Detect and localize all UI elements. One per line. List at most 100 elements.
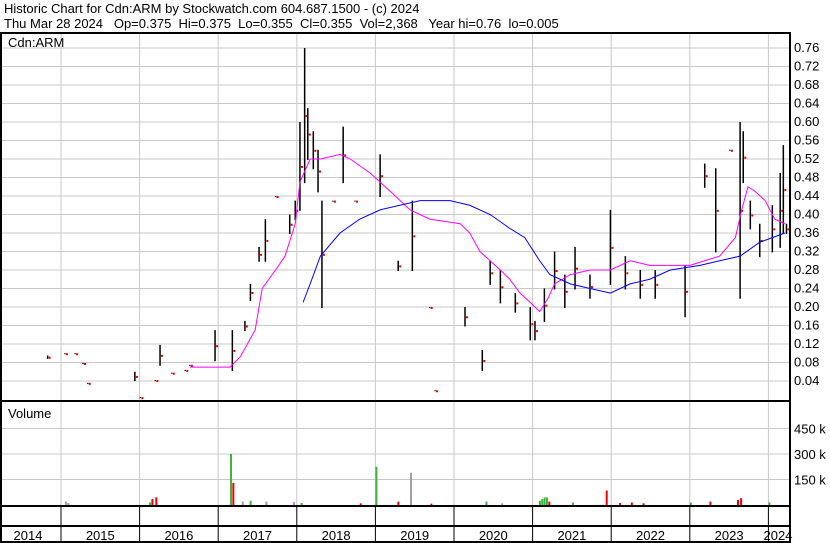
close-marker — [545, 304, 548, 307]
volume-bar — [736, 499, 739, 505]
price-tick-label: 0.76 — [794, 40, 819, 55]
close-marker — [251, 291, 254, 294]
close-marker — [333, 200, 336, 203]
volume-tick-label: 150 k — [794, 473, 826, 488]
close-marker — [501, 286, 504, 289]
price-tick-label: 0.32 — [794, 244, 819, 259]
close-marker — [141, 397, 144, 400]
close-marker — [88, 382, 91, 385]
close-marker — [716, 209, 719, 212]
close-marker — [705, 175, 708, 178]
close-marker — [233, 350, 236, 353]
close-marker — [491, 272, 494, 275]
volume-bar — [155, 497, 158, 505]
close-marker — [413, 235, 416, 238]
symbol-label: Cdn:ARM — [8, 35, 64, 50]
volume-bar — [232, 482, 235, 505]
close-marker — [773, 228, 776, 231]
price-tick-label: 0.28 — [794, 262, 819, 277]
close-marker — [381, 175, 384, 178]
price-tick-label: 0.60 — [794, 114, 819, 129]
price-tick-label: 0.24 — [794, 281, 819, 296]
close-marker — [535, 330, 538, 333]
close-marker — [322, 253, 325, 256]
close-marker — [355, 200, 358, 203]
volume-bar — [397, 501, 400, 505]
close-marker — [135, 375, 138, 378]
close-marker — [531, 323, 534, 326]
price-tick-label: 0.20 — [794, 299, 819, 314]
close-marker — [216, 345, 219, 348]
year-tick-label: 2022 — [636, 528, 665, 543]
volume-bar — [485, 501, 488, 505]
volume-bar — [67, 502, 70, 505]
volume-bar — [740, 498, 743, 505]
year-tick-label: 2019 — [400, 528, 429, 543]
volume-tick-label: 300 k — [794, 447, 826, 462]
year-tick-label: 2015 — [86, 528, 115, 543]
volume-bar — [630, 502, 633, 505]
close-marker — [290, 223, 293, 226]
volume-bar — [545, 497, 548, 505]
close-marker — [516, 302, 519, 305]
close-marker — [156, 380, 159, 383]
close-marker — [784, 189, 787, 192]
close-marker — [319, 170, 322, 173]
close-marker — [483, 359, 486, 362]
close-marker — [626, 272, 629, 275]
close-marker — [436, 390, 439, 393]
price-tick-label: 0.08 — [794, 355, 819, 370]
price-tick-label: 0.64 — [794, 96, 819, 111]
volume-bar — [548, 501, 551, 505]
close-marker — [48, 356, 51, 359]
volume-bar — [541, 499, 544, 505]
volume-bar — [292, 501, 295, 505]
close-marker — [686, 290, 689, 293]
close-marker — [399, 265, 402, 268]
close-marker — [266, 239, 269, 242]
volume-bar — [501, 503, 504, 505]
price-tick-label: 0.36 — [794, 225, 819, 240]
close-marker — [245, 325, 248, 328]
close-marker — [590, 286, 593, 289]
price-tick-label: 0.04 — [794, 373, 819, 388]
volume-bar — [543, 497, 546, 505]
close-marker — [611, 246, 614, 249]
close-marker — [172, 372, 175, 375]
volume-bar — [538, 500, 541, 505]
close-marker — [308, 133, 311, 136]
close-marker — [84, 362, 87, 365]
close-marker — [744, 156, 747, 159]
year-tick-label: 2014 — [14, 528, 43, 543]
year-tick-label: 2024 — [764, 528, 793, 543]
chart-frame — [0, 32, 791, 543]
volume-bar — [571, 502, 574, 505]
volume-bar — [430, 503, 433, 505]
volume-bar — [249, 500, 252, 505]
short-moving-average-line — [189, 153, 786, 368]
close-marker — [314, 149, 317, 152]
volume-bar — [642, 503, 645, 505]
price-tick-label: 0.48 — [794, 170, 819, 185]
year-tick-label: 2023 — [715, 528, 744, 543]
price-tick-label: 0.16 — [794, 318, 819, 333]
close-marker — [656, 283, 659, 286]
close-marker — [466, 316, 469, 319]
price-tick-label: 0.44 — [794, 188, 819, 203]
close-marker — [641, 283, 644, 286]
volume-bar — [64, 501, 67, 505]
volume-bar — [605, 490, 608, 505]
price-volume-chart: Cdn:ARM Volume 0.04 0.08 0.12 0.16 0.20 0.24 0… — [0, 32, 826, 543]
volume-bar — [241, 501, 244, 505]
year-tick-label: 2020 — [479, 528, 508, 543]
volume-bar — [149, 502, 152, 505]
volume-bar — [265, 501, 268, 505]
close-marker — [190, 364, 193, 367]
close-marker — [276, 196, 279, 198]
close-marker — [260, 253, 263, 256]
close-marker — [576, 267, 579, 270]
stock-chart-window: Historic Chart for Cdn:ARM by Stockwatch… — [0, 0, 830, 543]
volume-bar — [619, 502, 622, 505]
volume-label: Volume — [8, 406, 51, 421]
year-tick-label: 2018 — [322, 528, 351, 543]
